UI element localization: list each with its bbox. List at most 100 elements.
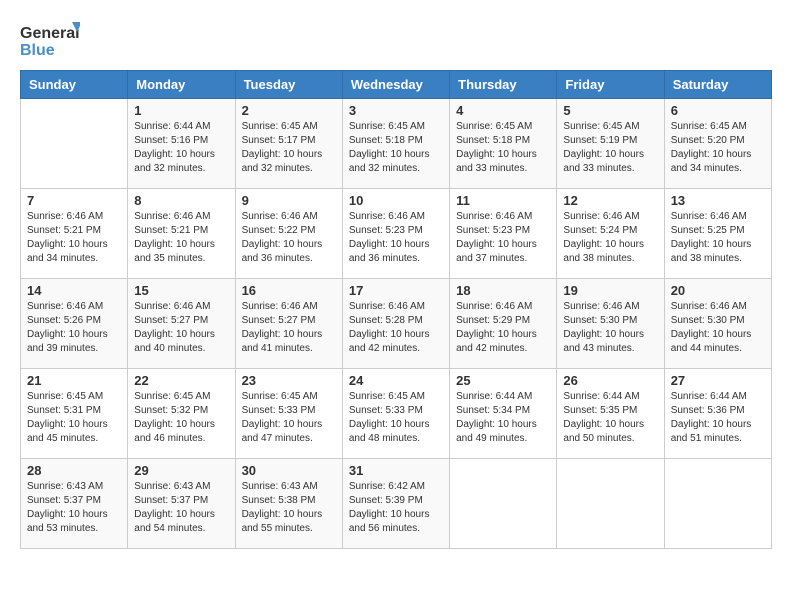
day-number: 6 <box>671 103 765 118</box>
day-number: 19 <box>563 283 657 298</box>
day-cell: 18Sunrise: 6:46 AMSunset: 5:29 PMDayligh… <box>450 279 557 369</box>
day-cell: 19 Sunrise: 6:46 AMSunset: 5:30 PMDayligh… <box>557 279 664 369</box>
day-cell: 2 Sunrise: 6:45 AMSunset: 5:17 PMDaylight… <box>235 99 342 189</box>
calendar-table: SundayMondayTuesdayWednesdayThursdayFrid… <box>20 70 772 549</box>
day-info: Sunrise: 6:45 AMSunset: 5:19 PMDaylight:… <box>563 120 657 176</box>
day-cell: 1 Sunrise: 6:44 AMSunset: 5:16 PMDaylight… <box>128 99 235 189</box>
week-row-1: 1 Sunrise: 6:44 AMSunset: 5:16 PMDaylight… <box>21 99 772 189</box>
day-number: 8 <box>134 193 228 208</box>
calendar-body: 1 Sunrise: 6:44 AMSunset: 5:16 PMDaylight… <box>21 99 772 549</box>
header-cell-thursday: Thursday <box>450 71 557 99</box>
day-info: Sunrise: 6:46 AMSunset: 5:27 PMDaylight:… <box>242 300 336 356</box>
day-cell: 25 Sunrise: 6:44 AMSunset: 5:34 PMDayligh… <box>450 369 557 459</box>
week-row-2: 7 Sunrise: 6:46 AMSunset: 5:21 PMDaylight… <box>21 189 772 279</box>
calendar-header: SundayMondayTuesdayWednesdayThursdayFrid… <box>21 71 772 99</box>
day-number: 2 <box>242 103 336 118</box>
day-number: 15 <box>134 283 228 298</box>
day-number: 29 <box>134 463 228 478</box>
day-cell: 28Sunrise: 6:43 AMSunset: 5:37 PMDayligh… <box>21 459 128 549</box>
logo-svg: GeneralBlue <box>20 20 80 60</box>
day-cell: 26 Sunrise: 6:44 AMSunset: 5:35 PMDayligh… <box>557 369 664 459</box>
day-number: 27 <box>671 373 765 388</box>
day-cell: 20Sunrise: 6:46 AMSunset: 5:30 PMDayligh… <box>664 279 771 369</box>
svg-text:General: General <box>20 25 80 42</box>
day-cell: 31 Sunrise: 6:42 AMSunset: 5:39 PMDayligh… <box>342 459 449 549</box>
day-cell: 17Sunrise: 6:46 AMSunset: 5:28 PMDayligh… <box>342 279 449 369</box>
day-info: Sunrise: 6:46 AMSunset: 5:22 PMDaylight:… <box>242 210 336 266</box>
day-number: 11 <box>456 193 550 208</box>
day-info: Sunrise: 6:46 AMSunset: 5:25 PMDaylight:… <box>671 210 765 266</box>
day-cell: 23 Sunrise: 6:45 AMSunset: 5:33 PMDayligh… <box>235 369 342 459</box>
day-cell: 11 Sunrise: 6:46 AMSunset: 5:23 PMDayligh… <box>450 189 557 279</box>
day-cell: 16 Sunrise: 6:46 AMSunset: 5:27 PMDayligh… <box>235 279 342 369</box>
day-number: 22 <box>134 373 228 388</box>
day-number: 25 <box>456 373 550 388</box>
day-info: Sunrise: 6:44 AMSunset: 5:34 PMDaylight:… <box>456 390 550 446</box>
week-row-5: 28Sunrise: 6:43 AMSunset: 5:37 PMDayligh… <box>21 459 772 549</box>
page-header: GeneralBlue <box>20 20 772 60</box>
day-info: Sunrise: 6:46 AMSunset: 5:23 PMDaylight:… <box>456 210 550 266</box>
day-cell: 22 Sunrise: 6:45 AMSunset: 5:32 PMDayligh… <box>128 369 235 459</box>
day-cell: 21Sunrise: 6:45 AMSunset: 5:31 PMDayligh… <box>21 369 128 459</box>
day-info: Sunrise: 6:45 AMSunset: 5:18 PMDaylight:… <box>456 120 550 176</box>
day-number: 26 <box>563 373 657 388</box>
day-cell: 15 Sunrise: 6:46 AMSunset: 5:27 PMDayligh… <box>128 279 235 369</box>
header-cell-friday: Friday <box>557 71 664 99</box>
week-row-4: 21Sunrise: 6:45 AMSunset: 5:31 PMDayligh… <box>21 369 772 459</box>
day-cell <box>557 459 664 549</box>
day-info: Sunrise: 6:46 AMSunset: 5:30 PMDaylight:… <box>563 300 657 356</box>
day-number: 3 <box>349 103 443 118</box>
day-cell: 14 Sunrise: 6:46 AMSunset: 5:26 PMDayligh… <box>21 279 128 369</box>
day-number: 14 <box>27 283 121 298</box>
day-info: Sunrise: 6:44 AMSunset: 5:36 PMDaylight:… <box>671 390 765 446</box>
day-info: Sunrise: 6:43 AMSunset: 5:38 PMDaylight:… <box>242 480 336 536</box>
day-cell: 3 Sunrise: 6:45 AMSunset: 5:18 PMDaylight… <box>342 99 449 189</box>
day-info: Sunrise: 6:45 AMSunset: 5:17 PMDaylight:… <box>242 120 336 176</box>
day-number: 1 <box>134 103 228 118</box>
day-info: Sunrise: 6:43 AMSunset: 5:37 PMDaylight:… <box>134 480 228 536</box>
day-cell: 7 Sunrise: 6:46 AMSunset: 5:21 PMDaylight… <box>21 189 128 279</box>
week-row-3: 14 Sunrise: 6:46 AMSunset: 5:26 PMDayligh… <box>21 279 772 369</box>
day-info: Sunrise: 6:44 AMSunset: 5:16 PMDaylight:… <box>134 120 228 176</box>
day-number: 7 <box>27 193 121 208</box>
header-cell-monday: Monday <box>128 71 235 99</box>
day-info: Sunrise: 6:45 AMSunset: 5:32 PMDaylight:… <box>134 390 228 446</box>
day-cell: 30Sunrise: 6:43 AMSunset: 5:38 PMDayligh… <box>235 459 342 549</box>
day-cell: 27 Sunrise: 6:44 AMSunset: 5:36 PMDayligh… <box>664 369 771 459</box>
day-number: 31 <box>349 463 443 478</box>
day-info: Sunrise: 6:45 AMSunset: 5:20 PMDaylight:… <box>671 120 765 176</box>
day-info: Sunrise: 6:46 AMSunset: 5:24 PMDaylight:… <box>563 210 657 266</box>
day-info: Sunrise: 6:43 AMSunset: 5:37 PMDaylight:… <box>27 480 121 536</box>
day-cell: 29 Sunrise: 6:43 AMSunset: 5:37 PMDayligh… <box>128 459 235 549</box>
day-cell <box>21 99 128 189</box>
day-number: 24 <box>349 373 443 388</box>
day-info: Sunrise: 6:46 AMSunset: 5:21 PMDaylight:… <box>27 210 121 266</box>
day-cell: 9 Sunrise: 6:46 AMSunset: 5:22 PMDaylight… <box>235 189 342 279</box>
header-cell-saturday: Saturday <box>664 71 771 99</box>
day-info: Sunrise: 6:44 AMSunset: 5:35 PMDaylight:… <box>563 390 657 446</box>
day-info: Sunrise: 6:46 AMSunset: 5:26 PMDaylight:… <box>27 300 121 356</box>
logo: GeneralBlue <box>20 20 80 60</box>
day-number: 16 <box>242 283 336 298</box>
day-number: 20 <box>671 283 765 298</box>
day-number: 13 <box>671 193 765 208</box>
day-info: Sunrise: 6:45 AMSunset: 5:33 PMDaylight:… <box>242 390 336 446</box>
day-cell: 12Sunrise: 6:46 AMSunset: 5:24 PMDayligh… <box>557 189 664 279</box>
day-info: Sunrise: 6:46 AMSunset: 5:28 PMDaylight:… <box>349 300 443 356</box>
day-info: Sunrise: 6:45 AMSunset: 5:18 PMDaylight:… <box>349 120 443 176</box>
header-cell-tuesday: Tuesday <box>235 71 342 99</box>
day-info: Sunrise: 6:42 AMSunset: 5:39 PMDaylight:… <box>349 480 443 536</box>
svg-text:Blue: Blue <box>20 42 55 59</box>
header-cell-wednesday: Wednesday <box>342 71 449 99</box>
day-cell: 8Sunrise: 6:46 AMSunset: 5:21 PMDaylight… <box>128 189 235 279</box>
day-cell: 4Sunrise: 6:45 AMSunset: 5:18 PMDaylight… <box>450 99 557 189</box>
day-number: 5 <box>563 103 657 118</box>
day-info: Sunrise: 6:46 AMSunset: 5:29 PMDaylight:… <box>456 300 550 356</box>
day-info: Sunrise: 6:46 AMSunset: 5:27 PMDaylight:… <box>134 300 228 356</box>
day-number: 9 <box>242 193 336 208</box>
day-info: Sunrise: 6:45 AMSunset: 5:31 PMDaylight:… <box>27 390 121 446</box>
header-cell-sunday: Sunday <box>21 71 128 99</box>
day-cell <box>664 459 771 549</box>
day-cell <box>450 459 557 549</box>
day-number: 23 <box>242 373 336 388</box>
